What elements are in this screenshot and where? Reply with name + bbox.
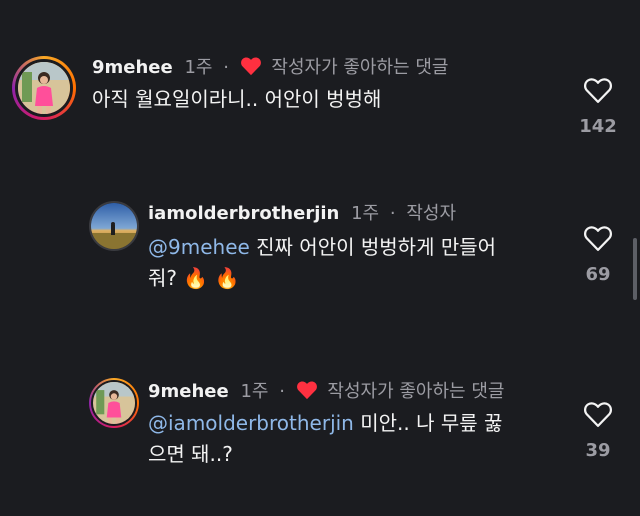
separator: · [223,57,229,78]
author-label: 작성자 [406,203,457,224]
author-liked-label: 작성자가 좋아하는 댓글 [327,381,505,402]
heart-filled-icon [240,57,261,76]
comment-text: 아직 월요일이라니.. 어안이 벙벙해 [92,84,381,115]
heart-filled-icon [296,381,317,400]
scrollbar[interactable] [633,238,637,300]
fire-emoji: 🔥 🔥 [183,266,240,290]
like-count: 142 [579,116,617,137]
avatar[interactable] [89,378,139,428]
like-count: 39 [585,440,611,461]
comment-text-line2: 으면 돼..? [148,442,233,466]
separator: · [389,203,396,224]
like-control[interactable]: 142 [578,76,618,137]
heart-outline-icon[interactable] [583,224,613,252]
comment-text: @9mehee 진짜 어안이 벙벙하게 만들어 줘? 🔥 🔥 [148,232,548,294]
mention-link[interactable]: @iamolderbrotherjin [148,411,354,435]
like-control[interactable]: 69 [578,224,618,285]
username[interactable]: iamolderbrotherjin [148,203,339,224]
username[interactable]: 9mehee [148,381,229,402]
avatar[interactable] [89,201,139,251]
separator: · [279,381,285,402]
comment-meta: iamolderbrotherjin 1주 · 작성자 [148,203,456,225]
comment-meta: 9mehee 1주 · 작성자가 좋아하는 댓글 [92,56,448,79]
comment-text: @iamolderbrotherjin 미안.. 나 무릎 꿇 으면 돼..? [148,408,548,470]
author-liked-label: 작성자가 좋아하는 댓글 [271,57,449,78]
profile-photo-icon [18,62,70,114]
heart-outline-icon[interactable] [583,400,613,428]
comment-time: 1주 [351,203,380,224]
comment-text-content: 아직 월요일이라니.. 어안이 벙벙해 [92,87,382,111]
comment-text-line2: 줘? [148,266,184,290]
profile-photo-icon [91,203,137,249]
comment-text-line1: 진짜 어안이 벙벙하게 만들어 [249,235,497,259]
profile-photo-icon [93,382,135,424]
like-control[interactable]: 39 [578,400,618,461]
heart-outline-icon[interactable] [583,76,613,104]
comment-time: 1주 [184,57,213,78]
comment-time: 1주 [240,381,269,402]
username[interactable]: 9mehee [92,57,173,78]
comment-meta: 9mehee 1주 · 작성자가 좋아하는 댓글 [148,380,504,403]
mention-link[interactable]: @9mehee [148,235,250,259]
avatar[interactable] [12,56,76,120]
comment-text-line1: 미안.. 나 무릎 꿇 [353,411,503,435]
like-count: 69 [585,264,611,285]
